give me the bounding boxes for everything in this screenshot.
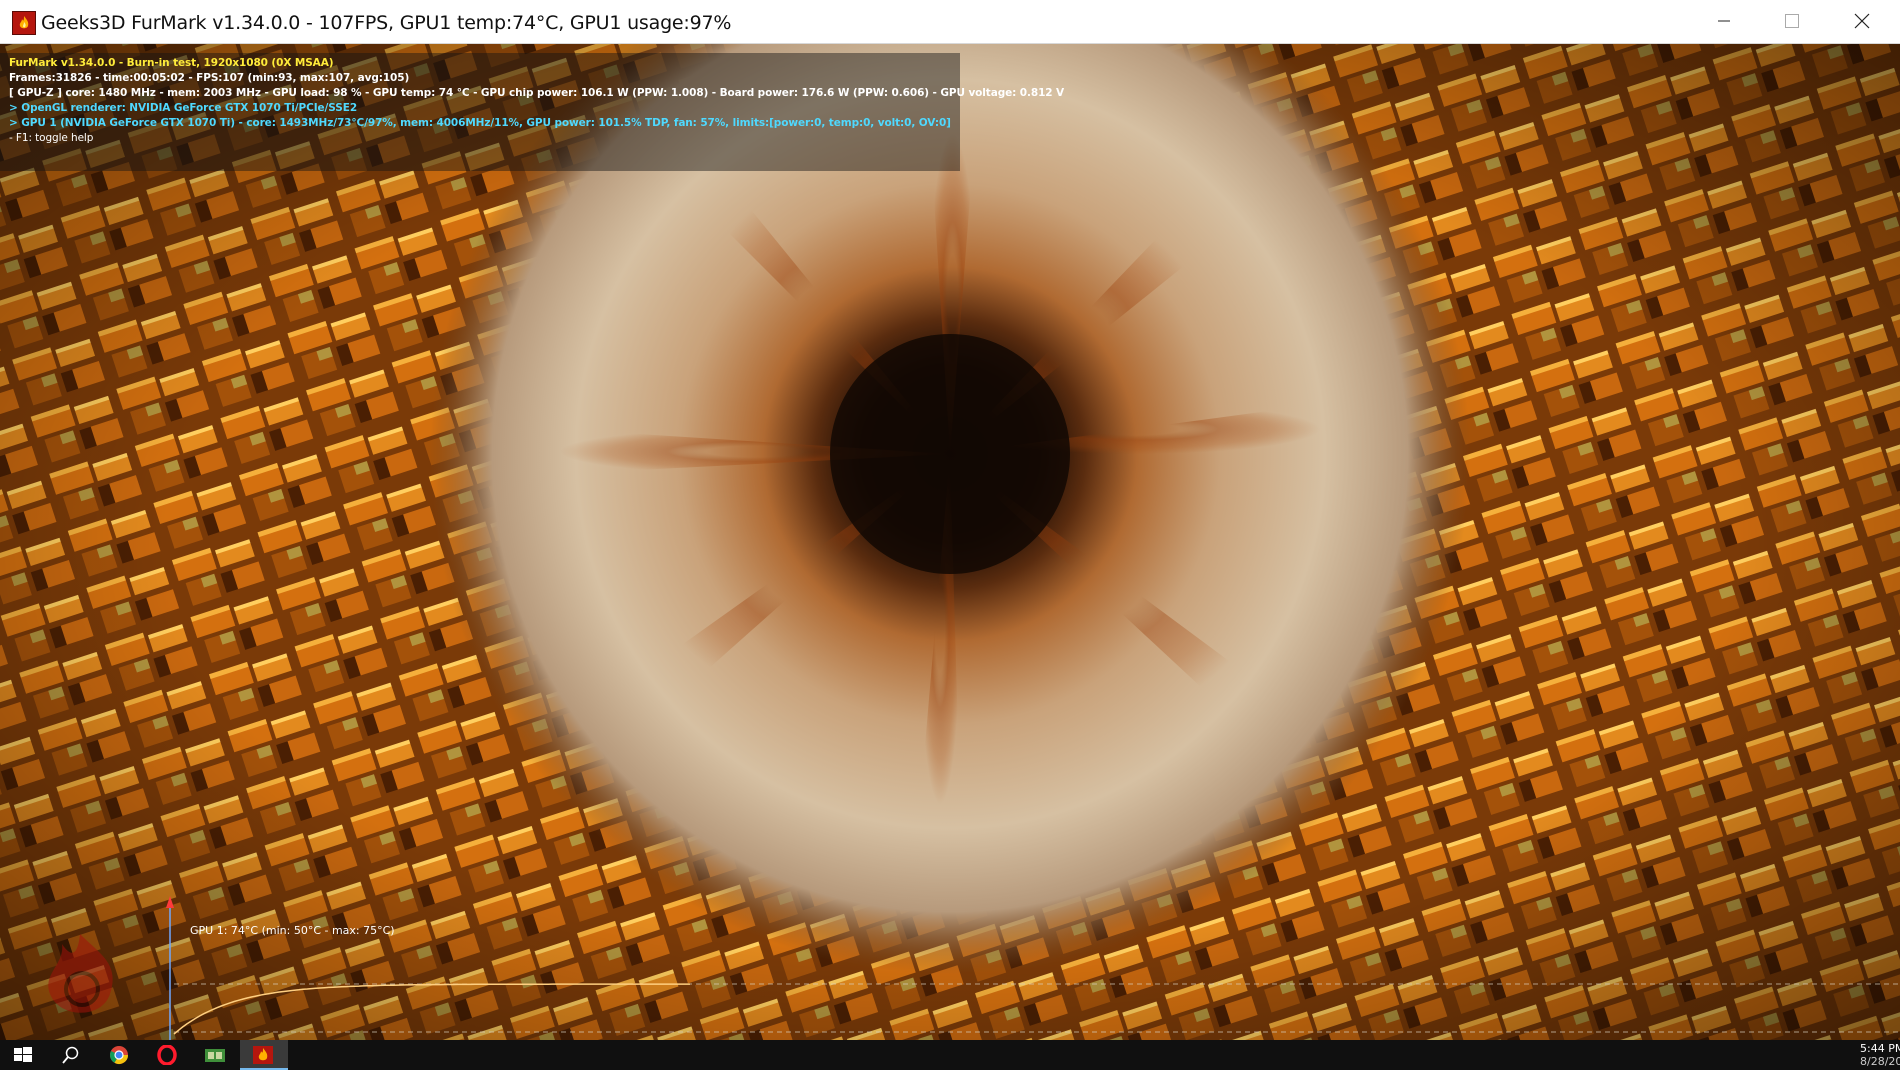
taskbar-gpu-z[interactable] [192,1040,240,1070]
close-button[interactable] [1828,0,1898,44]
osd-renderer-line: > OpenGL renderer: NVIDIA GeForce GTX 10… [9,102,358,114]
furmark-icon [253,1046,273,1064]
chrome-icon [110,1046,128,1065]
search-button[interactable] [48,1040,96,1070]
osd-panel: FurMark v1.34.0.0 - Burn-in test, 1920x1… [0,53,1064,171]
system-clock[interactable]: 5:44 PM 8/28/2019 [1860,1042,1900,1068]
osd-gpuz-line: [ GPU-Z ] core: 1480 MHz - mem: 2003 MHz… [9,87,1065,99]
maximize-button[interactable] [1758,0,1828,44]
graph-axis-arrow [166,896,174,908]
gpu-temp-curve [173,983,690,1035]
furmark-icon [12,11,36,35]
osd-help-line: - F1: toggle help [9,132,94,144]
osd-title-line: FurMark v1.34.0.0 - Burn-in test, 1920x1… [9,57,334,69]
maximize-icon [1785,14,1799,28]
window-title: Geeks3D FurMark v1.34.0.0 - 107FPS, GPU1… [41,12,732,34]
clock-time: 5:44 PM [1860,1042,1900,1055]
opera-icon [157,1045,177,1065]
render-viewport[interactable]: FurMark v1.34.0.0 - Burn-in test, 1920x1… [0,44,1900,1040]
taskbar: 5:44 PM 8/28/2019 [0,1040,1900,1070]
taskbar-chrome[interactable] [96,1040,144,1070]
osd-frames-line: Frames:31826 - time:00:05:02 - FPS:107 (… [9,72,410,84]
osd-gpu1-line: > GPU 1 (NVIDIA GeForce GTX 1070 Ti) - c… [9,117,951,129]
taskbar-opera[interactable] [144,1040,192,1070]
search-icon [62,1046,79,1064]
title-bar: Geeks3D FurMark v1.34.0.0 - 107FPS, GPU1… [0,0,1900,44]
minimize-button[interactable] [1690,0,1760,44]
minimize-icon [1718,20,1730,22]
start-button[interactable] [0,1040,48,1070]
windows-start-icon [14,1047,32,1062]
close-icon [1854,13,1870,29]
gpu-temp-graph [166,896,1900,1040]
taskbar-furmark[interactable] [240,1040,288,1070]
gpu-z-icon [205,1049,225,1062]
clock-date: 8/28/2019 [1860,1055,1900,1068]
